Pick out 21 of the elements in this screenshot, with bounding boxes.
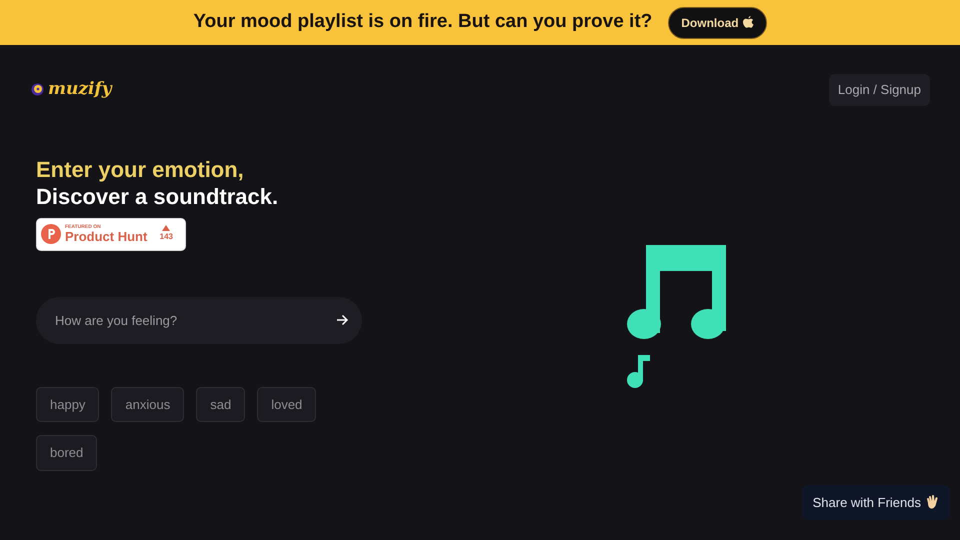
waving-hand-icon <box>925 495 939 510</box>
download-button[interactable]: Download <box>668 6 767 38</box>
headline: Enter your emotion, <box>36 156 245 182</box>
mood-chip[interactable]: loved <box>257 386 316 422</box>
mood-chip[interactable]: anxious <box>111 386 184 422</box>
vote-count: 143 <box>160 231 173 243</box>
arrow-icon[interactable] <box>336 314 349 326</box>
headline: Discover a soundtrack. <box>36 182 280 210</box>
share-button[interactable]: Share with Friends <box>802 484 950 520</box>
logo-text[interactable]: muzify <box>48 77 112 102</box>
mood-chip[interactable]: bored <box>36 435 98 470</box>
feeling-field[interactable]: How are you feeling? <box>36 296 362 344</box>
product-hunt-name: Product Hunt <box>65 230 148 244</box>
logo-icon <box>31 83 44 96</box>
product-hunt-logo-icon <box>41 224 61 244</box>
mood-chip[interactable]: sad <box>196 386 246 422</box>
promo-text: Your mood playlist is on fire. But can you prove it? <box>193 10 652 34</box>
mood-chip[interactable]: happy <box>36 386 100 422</box>
apple-icon <box>742 16 754 29</box>
upvote-icon <box>162 225 170 231</box>
login-button[interactable]: Login / Signup <box>828 74 930 106</box>
